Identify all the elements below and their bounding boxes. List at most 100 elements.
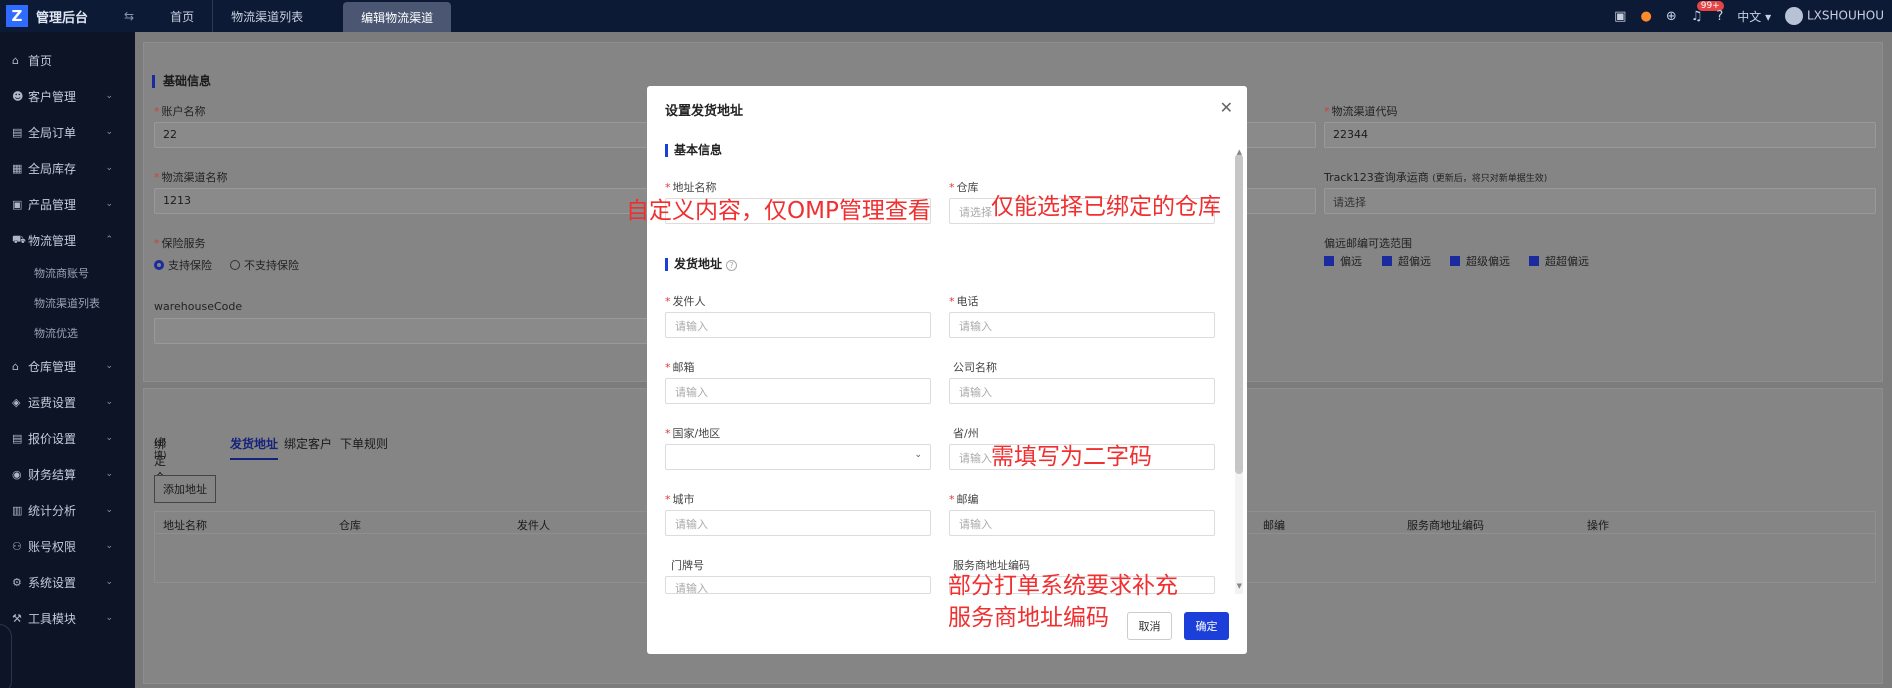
sidebar-item-settings[interactable]: ⚙ 系统设置 ⌄	[0, 564, 135, 600]
remote-check-4[interactable]: 超超偏远	[1529, 253, 1589, 269]
download-icon[interactable]: ⊕	[1666, 9, 1677, 24]
annotation-state: 需填写为二字码	[991, 444, 1152, 470]
insurance-yes-radio[interactable]: 支持保险	[154, 257, 212, 273]
settings-icon: ⚙	[12, 575, 22, 589]
channel-code-label: * 物流渠道代码	[1324, 105, 1398, 118]
track-label: Track123查询承运商 (更新后，将只对新单据生效)	[1324, 171, 1548, 184]
avatar	[1785, 7, 1804, 25]
language-label: 中文	[1737, 9, 1762, 24]
pumpkin-icon[interactable]: ●	[1640, 9, 1651, 24]
inventory-icon: ▦	[12, 161, 23, 175]
chevron-down-icon: ⌄	[105, 163, 113, 173]
country-select[interactable]: ⌄	[665, 444, 931, 470]
sidebar-item-warehouse[interactable]: ⌂ 仓库管理 ⌄	[0, 348, 135, 384]
track-select[interactable]: 请选择	[1324, 188, 1876, 214]
city-label: * 城市	[665, 493, 695, 506]
city-input[interactable]: 请输入	[665, 510, 931, 536]
tab-home[interactable]: 首页	[152, 0, 212, 32]
sidebar-scroll-handle[interactable]	[0, 624, 12, 688]
account-name-input[interactable]: 22	[154, 122, 654, 148]
sidebar-item-label: 客户管理	[28, 89, 77, 104]
email-label: * 邮箱	[665, 361, 695, 374]
email-input[interactable]: 请输入	[665, 378, 931, 404]
basic-info-section-title: 基本信息	[665, 144, 722, 157]
modal-scrollbar-thumb[interactable]	[1235, 154, 1243, 474]
sidebar-sub-carrier-accounts[interactable]: 物流商账号	[0, 258, 135, 288]
order-icon: ▤	[12, 125, 23, 139]
th-provider-code: 服务商地址编码	[1407, 519, 1484, 532]
insurance-no-radio[interactable]: 不支持保险	[230, 257, 299, 273]
sidebar-item-logistics[interactable]: ⛟ 物流管理 ⌃	[0, 222, 135, 258]
remote-check-2[interactable]: 超偏远	[1382, 253, 1431, 269]
phone-input[interactable]: 请输入	[949, 312, 1215, 338]
tab-channel-list[interactable]: 物流渠道列表	[212, 0, 321, 32]
sidebar-item-finance[interactable]: ◉ 财务结算 ⌄	[0, 456, 135, 492]
address-name-label: * 地址名称	[665, 181, 717, 194]
product-icon: ▣	[12, 197, 23, 211]
sidebar-item-label: 系统设置	[28, 575, 77, 590]
collapse-sidebar-icon[interactable]: ⇆	[124, 9, 134, 23]
help-circle-icon[interactable]: ?	[726, 260, 738, 271]
sidebar: ⌂ 首页 ☻ 客户管理 ⌄ ▤ 全局订单 ⌄ ▦ 全局库存 ⌄ ▣ 产品管理 ⌄ ⛟ 物流管理 ⌃ 物…	[0, 32, 135, 688]
warehouse-code-input[interactable]	[154, 318, 654, 344]
sidebar-item-label: 财务结算	[28, 467, 77, 482]
tab-bind-customer[interactable]: 绑定客户	[284, 435, 332, 452]
middle-input[interactable]	[1244, 122, 1316, 148]
annotation-address-name: 自定义内容，仅OMP管理查看	[626, 198, 931, 224]
tab-ship-address[interactable]: 发货地址	[230, 435, 279, 460]
annotation-warehouse: 仅能选择已绑定的仓库	[991, 194, 1221, 220]
th-zip: 邮编	[1263, 519, 1285, 532]
sidebar-item-tools[interactable]: ⚒ 工具模块 ⌄	[0, 600, 135, 636]
annotation-provider-code-2: 服务商地址编码	[948, 605, 1109, 631]
sidebar-item-freight[interactable]: ◈ 运费设置 ⌄	[0, 384, 135, 420]
ship-address-section-title: 发货地址?	[665, 258, 738, 271]
remote-label: 偏远邮编可选范围	[1324, 237, 1412, 250]
confirm-button[interactable]: 确定	[1184, 612, 1229, 640]
th-address-name: 地址名称	[163, 519, 207, 532]
th-warehouse: 仓库	[339, 519, 361, 532]
close-icon[interactable]: ✕	[1220, 98, 1233, 117]
chevron-down-icon: ⌄	[105, 199, 113, 209]
th-actions: 操作	[1587, 519, 1609, 532]
sidebar-sub-preferred[interactable]: 物流优选	[0, 318, 135, 348]
warehouse-code-label: warehouseCode	[154, 300, 243, 313]
stats-icon: ▥	[12, 503, 23, 517]
scroll-up-icon[interactable]: ▲	[1237, 148, 1242, 156]
channel-name-input[interactable]: 1213	[154, 188, 654, 214]
tool-icon: ⚒	[12, 611, 22, 625]
sidebar-item-products[interactable]: ▣ 产品管理 ⌄	[0, 186, 135, 222]
language-select[interactable]: 中文 ▾	[1737, 8, 1771, 25]
sidebar-item-accounts[interactable]: ⚇ 账号权限 ⌄	[0, 528, 135, 564]
tab-edit-channel[interactable]: 编辑物流渠道	[343, 2, 452, 32]
sidebar-item-quotes[interactable]: ▤ 报价设置 ⌄	[0, 420, 135, 456]
channel-name-label: * 物流渠道名称	[154, 171, 228, 184]
sender-input[interactable]: 请输入	[665, 312, 931, 338]
cancel-button[interactable]: 取消	[1127, 612, 1172, 640]
chevron-down-icon: ⌄	[105, 613, 113, 623]
clipboard-icon[interactable]: ▣	[1614, 9, 1626, 24]
remote-check-3[interactable]: 超级偏远	[1450, 253, 1510, 269]
middle-select[interactable]	[1244, 188, 1316, 214]
tab-order-rules[interactable]: 下单规则	[340, 435, 388, 452]
freight-icon: ◈	[12, 395, 21, 409]
zip-input[interactable]: 请输入	[949, 510, 1215, 536]
door-number-input[interactable]: 请输入	[665, 576, 931, 595]
sidebar-item-stats[interactable]: ▥ 统计分析 ⌄	[0, 492, 135, 528]
app-logo[interactable]: Z	[6, 5, 28, 27]
remote-check-1[interactable]: 偏远	[1324, 253, 1362, 269]
sidebar-item-orders[interactable]: ▤ 全局订单 ⌄	[0, 114, 135, 150]
sidebar-item-inventory[interactable]: ▦ 全局库存 ⌄	[0, 150, 135, 186]
scroll-down-icon[interactable]: ▼	[1237, 582, 1242, 590]
add-address-button[interactable]: 添加地址	[154, 475, 216, 503]
user-menu[interactable]: LXSHOUHOU	[1785, 7, 1884, 25]
channel-code-input[interactable]: 22344	[1324, 122, 1876, 148]
help-icon[interactable]: ?	[1716, 9, 1723, 24]
top-bar: Z 管理后台 ⇆ 首页 物流渠道列表 编辑物流渠道 ▣ ● ⊕ ♫ 99+ ? 中…	[0, 0, 1892, 32]
sidebar-sub-channel-list[interactable]: 物流渠道列表	[0, 288, 135, 318]
zip-label: * 邮编	[949, 493, 979, 506]
bell-icon[interactable]: ♫ 99+	[1691, 0, 1724, 24]
chevron-down-icon: ⌄	[105, 541, 113, 551]
company-input[interactable]: 请输入	[949, 378, 1215, 404]
sidebar-item-home[interactable]: ⌂ 首页	[0, 42, 135, 78]
sidebar-item-customers[interactable]: ☻ 客户管理 ⌄	[0, 78, 135, 114]
